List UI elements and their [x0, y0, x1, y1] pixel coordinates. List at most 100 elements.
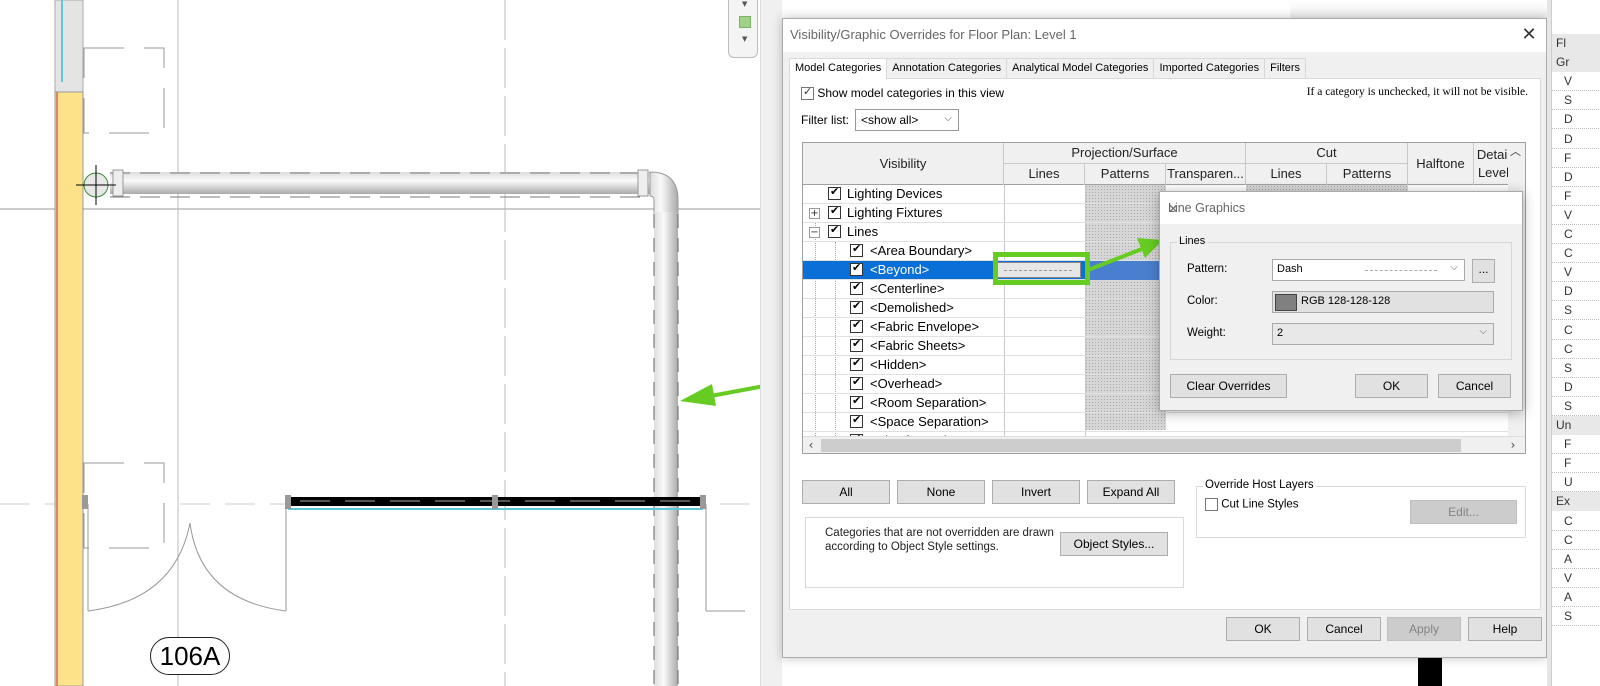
color-button[interactable]: RGB 128-128-128 [1272, 291, 1494, 313]
show-model-categories-checkbox[interactable]: Show model categories in this view [801, 85, 1004, 101]
visibility-checkbox[interactable] [850, 356, 863, 371]
collapse-icon[interactable]: − [809, 227, 820, 238]
secondary-view-strip [1290, 0, 1548, 18]
visibility-checkbox[interactable] [850, 261, 863, 276]
property-row[interactable]: C [1552, 225, 1600, 244]
property-row[interactable]: V [1552, 569, 1600, 588]
help-button[interactable]: Help [1468, 617, 1542, 641]
property-row[interactable]: S [1552, 301, 1600, 321]
visibility-checkbox[interactable] [850, 394, 863, 409]
visibility-checkbox[interactable] [850, 375, 863, 390]
tab-imported-categories[interactable]: Imported Categories [1153, 58, 1266, 79]
property-group-header[interactable]: Un [1552, 416, 1600, 435]
none-button[interactable]: None [897, 480, 985, 504]
chevron-left-icon[interactable]: ‹ [803, 437, 819, 453]
filter-list-label: Filter list: [801, 113, 849, 127]
visibility-checkbox[interactable] [850, 299, 863, 314]
visibility-checkbox[interactable] [828, 223, 841, 238]
header-proj-lines[interactable]: Lines [1004, 164, 1085, 185]
property-row[interactable]: U [1552, 473, 1600, 493]
tab-analytical-model-categories[interactable]: Analytical Model Categories [1006, 58, 1155, 79]
chevron-down-icon[interactable]: ▼ [742, 0, 747, 8]
chevron-down-icon[interactable]: ▼ [742, 35, 747, 43]
visibility-checkbox[interactable] [828, 185, 841, 200]
line-graphics-titlebar[interactable]: Line Graphics ✕ [1160, 192, 1522, 224]
property-row[interactable]: S [1552, 607, 1600, 626]
visibility-checkbox[interactable] [850, 337, 863, 352]
scrollbar-thumb[interactable] [821, 439, 1461, 452]
invert-button[interactable]: Invert [992, 480, 1080, 504]
property-row[interactable]: S [1552, 397, 1600, 416]
property-row[interactable]: D [1552, 378, 1600, 397]
property-row[interactable]: A [1552, 550, 1600, 569]
dialog-titlebar[interactable]: Visibility/Graphic Overrides for Floor P… [783, 19, 1546, 52]
tab-annotation-categories[interactable]: Annotation Categories [886, 58, 1008, 79]
expand-icon[interactable]: + [809, 208, 820, 219]
property-row[interactable]: V [1552, 206, 1600, 225]
tab-model-categories[interactable]: Model Categories [789, 58, 888, 80]
weight-dropdown[interactable]: 2 ⌵ [1272, 323, 1494, 345]
ok-button[interactable]: OK [1226, 617, 1300, 641]
pattern-dropdown[interactable]: Dash ⌵ [1272, 259, 1465, 281]
all-button[interactable]: All [802, 480, 890, 504]
property-row[interactable]: F [1552, 149, 1600, 168]
header-halftone[interactable]: Halftone [1408, 143, 1474, 185]
close-icon[interactable]: ✕ [1518, 24, 1540, 46]
header-proj-transparency[interactable]: Transparen... [1166, 164, 1246, 185]
visibility-checkbox[interactable] [850, 318, 863, 333]
browse-pattern-button[interactable]: ... [1472, 259, 1495, 283]
zoom-region-icon[interactable] [739, 16, 751, 28]
property-row[interactable]: D [1552, 168, 1600, 187]
property-row[interactable]: C [1552, 512, 1600, 531]
apply-button[interactable]: Apply [1387, 617, 1461, 641]
property-row[interactable]: C [1552, 321, 1600, 340]
property-row[interactable]: V [1552, 72, 1600, 92]
property-row[interactable]: A [1552, 588, 1600, 607]
header-visibility[interactable]: Visibility [803, 143, 1004, 185]
checkbox[interactable] [801, 85, 814, 101]
property-row[interactable]: S [1552, 359, 1600, 378]
line-graphics-cancel-button[interactable]: Cancel [1438, 374, 1511, 398]
visibility-checkbox[interactable] [828, 204, 841, 219]
grid-row-space-separation[interactable]: <Space Separation> [803, 413, 1525, 432]
tab-filters[interactable]: Filters [1264, 58, 1307, 79]
cancel-button[interactable]: Cancel [1307, 617, 1381, 641]
cut-line-styles-checkbox[interactable]: Cut Line Styles [1205, 498, 1299, 511]
filter-list-dropdown[interactable]: <show all> ⌵ [855, 109, 959, 131]
property-group-header[interactable]: Fl [1552, 34, 1600, 53]
header-proj-patterns[interactable]: Patterns [1085, 164, 1166, 185]
grid-horizontal-scrollbar[interactable]: ‹ › [803, 436, 1525, 453]
property-group-header[interactable]: Gr [1552, 53, 1600, 73]
property-row[interactable]: F [1552, 454, 1600, 474]
chevron-right-icon[interactable]: › [1505, 437, 1521, 453]
room-tag[interactable]: 106A [150, 637, 230, 675]
checkbox[interactable] [1205, 498, 1218, 511]
visibility-checkbox[interactable] [852, 451, 861, 453]
visibility-checkbox[interactable] [850, 413, 863, 428]
category-name: <Hidden> [870, 357, 927, 372]
property-row[interactable]: F [1552, 187, 1600, 206]
property-row[interactable]: F [1552, 435, 1600, 455]
object-styles-button[interactable]: Object Styles... [1060, 532, 1168, 556]
property-row[interactable]: C [1552, 340, 1600, 359]
property-row[interactable]: S [1552, 91, 1600, 111]
clear-overrides-button[interactable]: Clear Overrides [1170, 374, 1287, 398]
property-row[interactable]: D [1552, 282, 1600, 302]
visibility-checkbox[interactable] [850, 280, 863, 295]
drawing-canvas[interactable]: 106A ▼ ▼ [0, 0, 760, 686]
property-group-header[interactable]: Ex [1552, 492, 1600, 512]
expand-all-button[interactable]: Expand All [1087, 480, 1175, 504]
property-row[interactable]: V [1552, 263, 1600, 283]
line-graphics-ok-button[interactable]: OK [1355, 374, 1428, 398]
header-cut-patterns[interactable]: Patterns [1327, 164, 1408, 185]
property-row[interactable]: D [1552, 110, 1600, 130]
close-icon[interactable]: ✕ [1168, 201, 1514, 216]
navigation-bar[interactable]: ▼ ▼ [728, 0, 758, 58]
edit-button[interactable]: Edit... [1410, 500, 1517, 524]
visibility-checkbox[interactable] [850, 242, 863, 257]
property-row[interactable]: D [1552, 130, 1600, 149]
chevron-up-icon[interactable]: ︿ [1510, 143, 1521, 159]
property-row[interactable]: C [1552, 244, 1600, 264]
property-row[interactable]: C [1552, 531, 1600, 550]
header-cut-lines[interactable]: Lines [1246, 164, 1327, 185]
